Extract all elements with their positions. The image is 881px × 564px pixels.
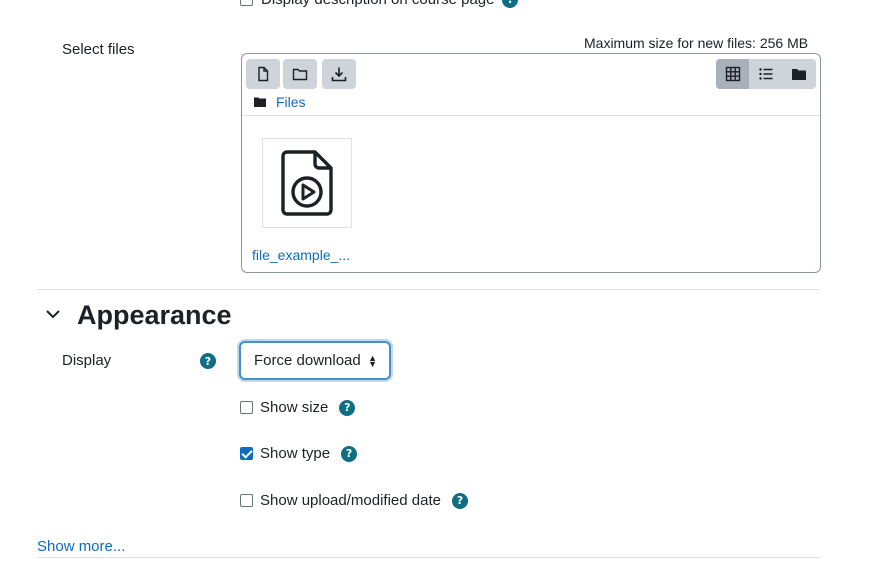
description-option-row: Display description on course page ?	[240, 0, 519, 8]
folder-icon	[292, 68, 308, 81]
option-row-show-type: Show type ?	[240, 445, 358, 462]
breadcrumb: Files	[254, 94, 306, 110]
show-size-checkbox[interactable]	[240, 401, 253, 414]
chevron-down-icon[interactable]	[44, 305, 62, 323]
max-size-text: Maximum size for new files: 256 MB	[584, 35, 809, 51]
section-divider	[37, 557, 820, 558]
sort-caret-icon: ▲ ▼	[368, 353, 377, 369]
display-select-value: Force download	[254, 352, 361, 369]
show-date-label: Show upload/modified date	[260, 492, 441, 509]
help-icon[interactable]: ?	[451, 492, 468, 509]
show-type-checkbox[interactable]	[240, 447, 253, 460]
video-file-icon	[281, 150, 333, 216]
show-type-label: Show type	[260, 445, 331, 462]
section-title-appearance[interactable]: Appearance	[77, 300, 232, 331]
help-icon[interactable]: ?	[341, 445, 358, 462]
display-label: Display	[62, 352, 112, 369]
file-thumbnail[interactable]	[262, 138, 352, 228]
show-more-link[interactable]: Show more...	[37, 538, 125, 555]
list-view-button[interactable]	[749, 59, 782, 89]
help-icon[interactable]: ?	[200, 353, 216, 369]
tree-view-button[interactable]	[783, 59, 816, 89]
add-file-button[interactable]	[246, 59, 280, 89]
list-icon	[759, 68, 773, 80]
show-size-label: Show size	[260, 399, 329, 416]
show-date-checkbox[interactable]	[240, 494, 253, 507]
folder-filled-icon	[792, 69, 807, 80]
file-manager: Files file_example_...	[241, 53, 821, 273]
create-folder-button[interactable]	[283, 59, 317, 89]
grid-icon	[725, 66, 740, 82]
section-divider	[37, 289, 820, 290]
file-name-link[interactable]: file_example_...	[252, 247, 350, 263]
download-button[interactable]	[322, 59, 356, 89]
description-checkbox[interactable]	[240, 0, 253, 6]
option-row-show-date: Show upload/modified date ?	[240, 492, 468, 509]
breadcrumb-files-link[interactable]: Files	[276, 94, 306, 110]
file-icon	[258, 66, 269, 82]
folder-filled-icon	[254, 97, 266, 107]
option-row-show-size: Show size ?	[240, 399, 356, 416]
icon-view-button[interactable]	[716, 59, 750, 89]
download-icon	[331, 67, 347, 82]
view-switcher	[716, 59, 816, 89]
file-manager-toolbar: Files	[242, 54, 820, 116]
help-icon[interactable]: ?	[339, 399, 356, 416]
description-option-label: Display description on course page	[261, 0, 494, 8]
display-select[interactable]: Force download ▲ ▼	[239, 341, 391, 380]
help-icon[interactable]: ?	[502, 0, 519, 8]
select-files-label: Select files	[62, 41, 135, 58]
